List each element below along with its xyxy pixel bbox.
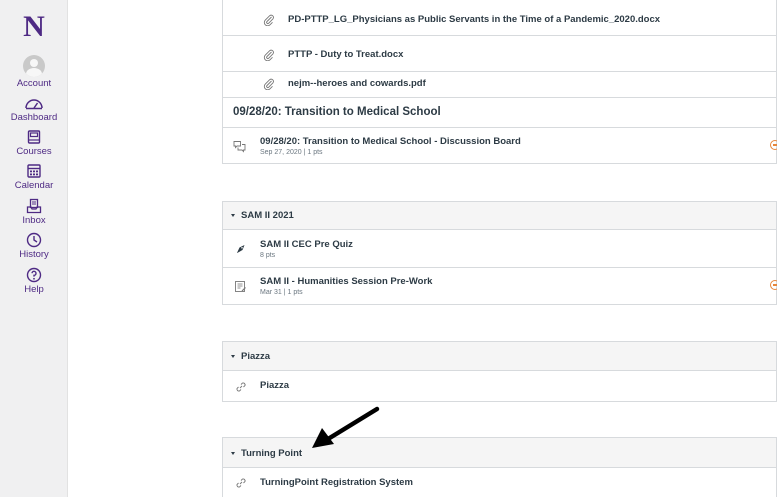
module-title: Piazza: [241, 351, 271, 362]
assignment-title[interactable]: SAM II - Humanities Session Pre-Work: [260, 276, 432, 287]
module-title: Turning Point: [241, 448, 303, 459]
nav-item-dashboard[interactable]: Dashboard: [0, 97, 68, 123]
nav-label-calendar: Calendar: [14, 180, 54, 191]
quiz-title[interactable]: SAM II CEC Pre Quiz: [260, 239, 353, 250]
link-icon: [236, 478, 246, 488]
clock-icon: [26, 232, 42, 248]
file-item-pd-pttp[interactable]: PD-PTTP_LG_Physicians as Public Servants…: [222, 0, 777, 36]
discussion-item[interactable]: 09/28/20: Transition to Medical School -…: [222, 128, 777, 164]
module-header-turning-point[interactable]: Turning Point: [222, 437, 777, 468]
subheader-transition: 09/28/20: Transition to Medical School: [222, 98, 777, 128]
minus-circle-icon: [770, 140, 777, 150]
discussion-icon: [233, 141, 246, 153]
piazza-link-title[interactable]: Piazza: [260, 380, 289, 391]
discussion-title[interactable]: 09/28/20: Transition to Medical School -…: [260, 136, 521, 147]
caret-down-icon[interactable]: [231, 355, 235, 358]
nav-label-help: Help: [24, 284, 44, 295]
module-title: SAM II 2021: [241, 210, 294, 221]
paperclip-icon: [263, 78, 274, 90]
nav-item-account[interactable]: Account: [0, 55, 68, 89]
dashboard-gauge-icon: [25, 99, 43, 110]
module-item-quiz[interactable]: SAM II CEC Pre Quiz 8 pts: [222, 230, 777, 268]
paperclip-icon: [263, 14, 274, 26]
nav-label-courses: Courses: [16, 146, 52, 157]
file-item-nejm[interactable]: nejm--heroes and cowards.pdf: [222, 72, 777, 98]
subheader-title: 09/28/20: Transition to Medical School: [233, 106, 441, 118]
file-title[interactable]: PTTP - Duty to Treat.docx: [288, 49, 403, 60]
annotation-arrow-icon: [312, 406, 380, 448]
book-icon: [27, 130, 41, 144]
discussion-meta: Sep 27, 2020 | 1 pts: [260, 149, 323, 156]
inbox-tray-icon: [26, 198, 42, 214]
calendar-icon: [27, 164, 41, 178]
user-avatar-icon: [23, 55, 45, 77]
nav-label-dashboard: Dashboard: [10, 112, 58, 123]
nav-item-help[interactable]: Help: [0, 267, 68, 295]
file-title[interactable]: PD-PTTP_LG_Physicians as Public Servants…: [288, 14, 660, 25]
nav-label-inbox: Inbox: [22, 215, 46, 226]
paperclip-icon: [263, 49, 274, 61]
caret-down-icon[interactable]: [231, 214, 235, 217]
module-header-sam-ii[interactable]: SAM II 2021: [222, 201, 777, 230]
file-item-duty-to-treat[interactable]: PTTP - Duty to Treat.docx: [222, 36, 777, 72]
caret-down-icon[interactable]: [231, 452, 235, 455]
minus-circle-icon: [770, 280, 777, 290]
file-title[interactable]: nejm--heroes and cowards.pdf: [288, 78, 426, 89]
quiz-meta: 8 pts: [260, 252, 276, 259]
nav-item-calendar[interactable]: Calendar: [0, 163, 68, 191]
module-item-piazza[interactable]: Piazza: [222, 371, 777, 402]
module-item-assignment[interactable]: SAM II - Humanities Session Pre-Work Mar…: [222, 268, 777, 305]
module-header-piazza[interactable]: Piazza: [222, 341, 777, 371]
nav-item-inbox[interactable]: Inbox: [0, 198, 68, 226]
module-item-turningpoint[interactable]: TurningPoint Registration System: [222, 468, 777, 497]
global-nav: N Account Dashboard Courses Calendar Inb…: [0, 0, 68, 497]
nav-item-history[interactable]: History: [0, 232, 68, 260]
assignment-meta: Mar 31 | 1 pts: [260, 289, 303, 296]
quiz-rocket-icon: [237, 245, 245, 253]
assignment-icon: [235, 281, 246, 292]
northwestern-logo[interactable]: N: [0, 10, 68, 44]
nav-item-courses[interactable]: Courses: [0, 129, 68, 157]
nav-label-history: History: [19, 249, 49, 260]
question-circle-icon: [26, 267, 42, 283]
link-icon: [236, 382, 246, 392]
nav-label-account: Account: [16, 78, 52, 89]
turningpoint-link-title[interactable]: TurningPoint Registration System: [260, 477, 413, 488]
